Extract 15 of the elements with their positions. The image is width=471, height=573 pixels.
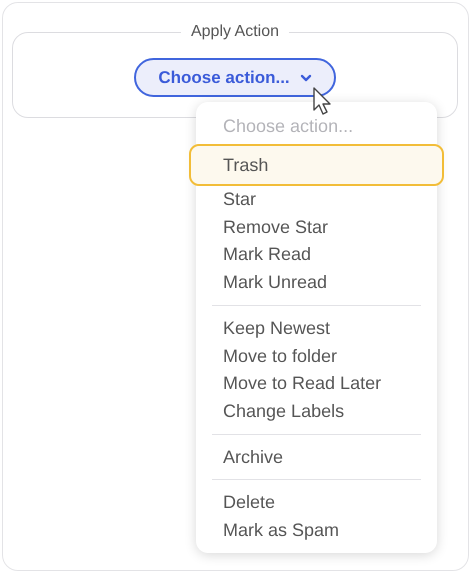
menu-item[interactable]: Trash	[189, 144, 444, 186]
fieldset-legend: Apply Action	[180, 23, 290, 41]
menu-item[interactable]: Archive	[212, 444, 421, 472]
menu-item[interactable]: Mark as Spam	[212, 517, 421, 545]
menu-item[interactable]: Change Labels	[212, 398, 421, 426]
menu-item[interactable]: Star	[212, 186, 421, 214]
menu-item[interactable]: Keep Newest	[212, 314, 421, 343]
menu-item[interactable]: Remove Star	[212, 214, 421, 242]
menu-item[interactable]: Move to folder	[212, 342, 421, 370]
menu-item[interactable]: Mark Read	[212, 241, 421, 270]
chevron-down-icon	[300, 74, 312, 82]
action-select[interactable]: Choose action...	[134, 58, 336, 97]
menu-item[interactable]: Mark Unread	[212, 269, 421, 297]
menu-item[interactable]: Delete	[212, 489, 421, 518]
menu-item[interactable]: Move to Read Later	[212, 370, 421, 398]
